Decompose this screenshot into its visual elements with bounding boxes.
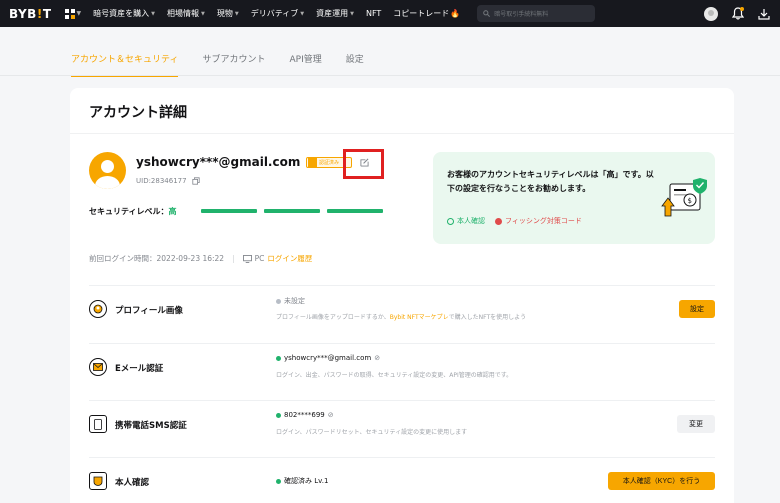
last-login-row: 前回ログイン時間：2022-09-23 16:22 | PC ログイン履歴 (89, 253, 312, 264)
security-illustration-icon: $ (661, 178, 707, 217)
nav-copy-trade[interactable]: コピートレード 🔥 (393, 8, 460, 19)
chevron-down-icon: ▼ (151, 10, 155, 17)
status-dot (276, 478, 281, 484)
copy-icon[interactable] (191, 177, 200, 185)
identity-verification-link[interactable]: 本人確認 (447, 216, 485, 226)
uid-row: UID:28346177 (136, 177, 200, 185)
page-title: アカウント詳細 (89, 105, 187, 121)
account-tabs: アカウント＆セキュリティ サブアカウント API管理 設定 (71, 52, 364, 77)
security-recommendation-box: お客様のアカウントセキュリティレベルは「高」です。以下の設定を行なうことをお勧め… (433, 152, 715, 244)
security-bar (327, 209, 383, 213)
uid-text: UID:28346177 (136, 177, 187, 185)
profile-image-row: プロフィール画像 未設定 プロフィール画像をアップロードするか、Bybit NF… (89, 286, 715, 342)
tab-subaccount[interactable]: サブアカウント (202, 52, 265, 77)
chevron-down-icon: ▼ (300, 10, 305, 17)
badge-icon (308, 158, 317, 167)
kyc-verify-button[interactable]: 本人確認（KYC）を行う (608, 472, 715, 490)
last-login-time: 前回ログイン時間：2022-09-23 16:22 (89, 254, 225, 263)
status-dot (276, 412, 281, 418)
tab-settings[interactable]: 設定 (346, 52, 364, 77)
anti-phishing-code-link[interactable]: フィッシング対策コード (495, 216, 582, 226)
chevron-down-icon: ▼ (200, 10, 205, 17)
divider: | (232, 254, 235, 263)
divider (70, 133, 734, 134)
row-label: プロフィール画像 (115, 306, 183, 316)
bybit-logo[interactable]: BYB!T (9, 7, 52, 21)
user-avatar-icon[interactable] (704, 6, 718, 21)
tab-account-security[interactable]: アカウント＆セキュリティ (71, 52, 179, 77)
chevron-down-icon: ▼ (76, 10, 82, 17)
chevron-down-icon: ▼ (234, 10, 239, 17)
status-text: 確認済み Lv.1 (276, 476, 328, 486)
row-label: 携帯電話SMS認証 (115, 421, 187, 431)
chevron-down-icon: ▼ (350, 10, 354, 17)
top-navbar: BYB!T ▼ 暗号資産を購入 ▼ 相場情報 ▼ 現物 ▼ デリバティブ ▼ 資産運用 ▼… (0, 0, 780, 27)
recommendation-text: お客様のアカウントセキュリティレベルは「高」です。以下の設定を行なうことをお勧め… (447, 170, 654, 193)
eye-off-icon[interactable]: ⊘ (328, 411, 334, 419)
check-circle-icon (447, 217, 454, 225)
eye-off-icon[interactable]: ⊘ (374, 354, 380, 362)
security-bar (201, 209, 257, 213)
svg-text:$: $ (688, 197, 692, 205)
edit-icon[interactable] (360, 158, 369, 167)
grid-icon (64, 8, 75, 19)
mail-icon (89, 358, 107, 376)
nav-spot[interactable]: 現物 ▼ (217, 8, 239, 19)
status-dot (276, 298, 281, 304)
row-description: プロフィール画像をアップロードするか、Bybit NFTマーケプレで購入したNF… (276, 314, 527, 321)
row-description: ログイン、出金、パスワードの取得、セキュリティ設定の変更、API管理の確認用です… (276, 372, 513, 379)
nav-earn[interactable]: 資産運用 ▼ (316, 8, 354, 19)
search-icon (483, 10, 491, 17)
row-description: ログイン、パスワードリセット、セキュリティ設定の変更に使用します (276, 429, 468, 436)
search-input[interactable]: 暗号取引手続料無料 (477, 5, 596, 22)
status-text: 未設定 (276, 296, 305, 306)
device-info: PC ログイン履歴 (242, 253, 312, 264)
phone-icon (89, 415, 107, 433)
nav-buy-crypto[interactable]: 暗号資産を購入 ▼ (93, 8, 155, 19)
download-icon[interactable] (758, 8, 770, 20)
row-label: 本人確認 (115, 478, 150, 488)
security-level: セキュリティレベル：高 (89, 207, 177, 216)
email-auth-row: Eメール認証 yshowcry***@gmail.com ⊘ ログイン、出金、パ… (89, 344, 715, 400)
profile-image-icon (89, 300, 107, 318)
nft-marketplace-link[interactable]: Bybit NFTマーケプレ (390, 314, 449, 321)
monitor-icon (242, 254, 252, 263)
identity-verification-row: 本人確認 確認済み Lv.1 本人確認（KYC）を行う (89, 458, 715, 503)
bell-icon[interactable] (732, 7, 744, 20)
alert-circle-icon (495, 217, 502, 225)
account-details-card: アカウント詳細 yshowcry***@gmail.com 認証済み UID:2… (70, 88, 734, 503)
sms-auth-row: 携帯電話SMS認証 802****699 ⊘ ログイン、パスワードリセット、セキ… (89, 401, 715, 457)
set-profile-image-button[interactable]: 設定 (679, 300, 715, 318)
change-phone-button[interactable]: 変更 (677, 415, 715, 433)
status-text: yshowcry***@gmail.com ⊘ (276, 354, 380, 362)
status-text: 802****699 ⊘ (276, 411, 334, 419)
login-history-link[interactable]: ログイン履歴 (267, 253, 312, 264)
tab-api-management[interactable]: API管理 (289, 52, 321, 77)
nav-markets[interactable]: 相場情報 ▼ (167, 8, 205, 19)
user-email: yshowcry***@gmail.com (136, 155, 301, 169)
security-bar (264, 209, 320, 213)
tabs-divider (0, 75, 780, 76)
nav-derivatives[interactable]: デリバティブ ▼ (251, 8, 304, 19)
avatar[interactable] (89, 152, 126, 189)
id-card-icon (89, 472, 107, 490)
status-dot (276, 355, 281, 361)
nav-nft[interactable]: NFT (366, 8, 381, 19)
search-placeholder: 暗号取引手続料無料 (494, 11, 549, 18)
apps-menu-button[interactable]: ▼ (64, 8, 82, 19)
fire-icon: 🔥 (450, 9, 461, 18)
security-level-bars (201, 209, 383, 213)
row-label: Eメール認証 (115, 364, 164, 374)
